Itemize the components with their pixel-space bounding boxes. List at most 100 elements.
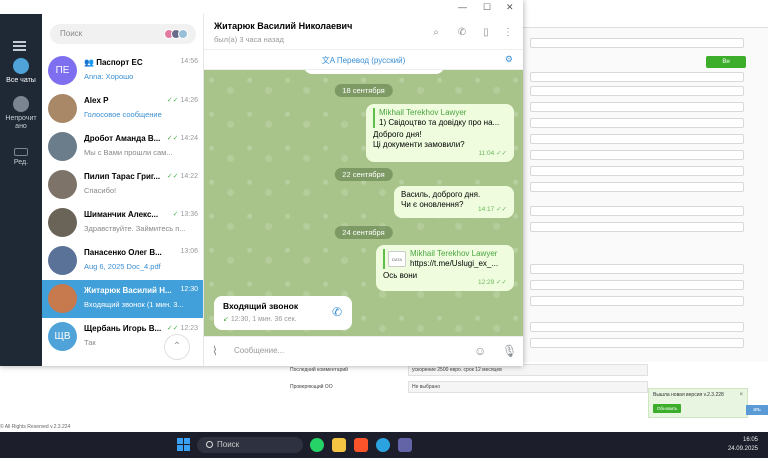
telegram-icon[interactable] [376,438,390,452]
folder-all-chats[interactable]: Все чаты [0,58,42,85]
chat-name: Щербань Игорь В... [84,324,162,333]
attach-icon[interactable]: ⌇ [212,344,218,358]
row-value[interactable]: Не выбрано [408,381,648,393]
search-icon[interactable]: ⌕ [430,27,442,39]
close-button[interactable]: ✕ [506,2,514,13]
chat-list: Поиск ПЕ 👥 Паспорт ЕС 14:56 Anna: Хорошо Ale… [42,14,204,366]
call-detail: ↙ 12:30, 1 мин. 36 сек. [223,316,297,323]
chats-icon [13,58,29,74]
chat-list-item[interactable]: Шиманчик Алекс... ✓ 13:36 Здравствуйте. Зай… [42,204,203,242]
chat-time: ✓✓ 14:26 [166,97,198,104]
sidebar-toggle-icon[interactable]: ▯ [480,27,492,39]
chat-list-item[interactable]: ПЕ 👥 Паспорт ЕС 14:56 Anna: Хорошо [42,52,203,90]
form-field[interactable] [530,166,744,176]
file-explorer-icon[interactable] [332,438,346,452]
message-area[interactable]: 18 сентября Mikhail Terekhov Lawyer 1) С… [204,70,523,336]
chat-name: Житарюк Василий Н... [84,286,172,295]
call-title: Входящий звонок [223,301,299,311]
microphone-icon[interactable]: 🎙 [502,344,517,358]
message-time: 11:04 ✓✓ [478,150,508,157]
phone-icon[interactable]: ✆ [332,305,342,319]
menu-icon[interactable] [13,41,26,51]
chat-header: Житарюк Василий Николаевич был(а) 3 часа… [204,14,523,50]
translate-icon: 文A [321,56,337,65]
read-check-icon: ✓✓ [166,173,179,180]
incoming-call-message[interactable]: Входящий звонок ↙ 12:30, 1 мин. 36 сек. … [214,296,352,330]
chat-time: 14:56 [180,58,198,65]
chat-list-item[interactable]: Дробот Аманда В... ✓✓ 14:24 Мы с Вами прошл… [42,128,203,166]
form-field[interactable] [530,264,744,274]
form-field[interactable] [530,150,744,160]
form-field[interactable] [530,206,744,216]
chat-title[interactable]: Житарюк Василий Николаевич [214,21,352,31]
chat-preview: Входящий звонок (1 мин. 3... [84,300,184,309]
form-field[interactable] [530,222,744,232]
folder-edit[interactable]: Ред. [0,144,42,167]
telegram-window: — ☐ ✕ Все чаты Непрочит ано Ред. Поиск П… [0,0,523,366]
link-preview-title: Mikhail Terekhov Lawyer [410,249,498,258]
windows-start-icon[interactable] [177,438,191,452]
form-field[interactable] [530,72,744,82]
emoji-icon[interactable]: ☺ [474,344,486,358]
search-input[interactable]: Поиск [50,24,196,44]
folder-label: Ред. [13,159,29,166]
chat-name: Alex P [84,96,109,105]
date-separator: 24 сентября [334,226,393,239]
chat-list-item[interactable]: Пилип Тарас Григ... ✓✓ 14:22 Спасибо! [42,166,203,204]
translate-button[interactable]: 文A Перевод (русский) [204,55,523,66]
folder-unread[interactable]: Непрочит ано [0,96,42,131]
maximize-button[interactable]: ☐ [483,2,491,13]
title-bar: — ☐ ✕ [204,0,523,14]
message-input[interactable]: Сообщение... [234,346,284,355]
whatsapp-icon[interactable] [310,438,324,452]
clock[interactable]: 16:05 24.09.2025 [728,436,758,454]
save-button[interactable]: ать [746,405,768,415]
translate-settings-icon[interactable]: ⚙ [505,54,513,65]
update-button[interactable]: Обновить [653,404,682,413]
chat-preview: Спасибо! [84,186,117,195]
reply-quote[interactable]: Mikhail Terekhov Lawyer 1) Свідоцтво та … [373,108,507,128]
form-field[interactable] [530,134,744,144]
stories-avatars[interactable] [164,27,188,41]
search-icon [206,441,213,448]
more-icon[interactable]: ⋮ [502,27,514,39]
form-field[interactable] [530,118,744,128]
avatar [48,284,77,313]
avatar: ЩВ [48,322,77,351]
form-field[interactable] [530,182,744,192]
form-field[interactable] [530,86,744,96]
chat-time: 13:06 [180,248,198,255]
folder-rail: Все чаты Непрочит ано Ред. [0,14,42,366]
outgoing-message[interactable]: DATA Mikhail Terekhov Lawyer https://t.m… [376,245,514,291]
incoming-arrow-icon: ↙ [223,316,231,323]
scroll-down-button[interactable]: ⌃ [164,334,190,360]
message-text: Василь, доброго дня. [401,190,481,199]
form-field[interactable] [530,338,744,348]
chat-list-item[interactable]: Панасенко Олег В... 13:06 Aug 6, 2025 Doc_… [42,242,203,280]
message-time: 12:29 ✓✓ [478,279,507,286]
chat-list-item[interactable]: Житарюк Василий Н... 12:30 Входящий звонок… [42,280,203,318]
row-label: Проверяющий ОО [290,384,333,390]
form-field[interactable] [530,38,744,48]
chat-time: ✓✓ 12:23 [166,325,198,332]
teams-icon[interactable] [398,438,412,452]
outgoing-message[interactable]: Василь, доброго дня. Чи є оновлення? 14:… [394,186,514,218]
close-icon[interactable]: × [739,392,743,398]
minimize-button[interactable]: — [458,2,467,12]
read-check-icon: ✓ [172,211,179,218]
avatar [48,170,77,199]
form-field[interactable] [530,322,744,332]
phone-icon[interactable]: ✆ [456,27,468,39]
form-field[interactable] [530,280,744,290]
chat-status: был(а) 3 часа назад [214,35,284,44]
call-button[interactable]: Вн [706,56,746,68]
outgoing-message[interactable]: Mikhail Terekhov Lawyer 1) Свідоцтво та … [366,104,514,162]
form-field[interactable] [530,296,744,306]
chat-preview: Голосовое сообщение [84,110,162,119]
date-separator: 22 сентября [334,168,393,181]
brave-browser-icon[interactable] [354,438,368,452]
chat-list-item[interactable]: Alex P ✓✓ 14:26 Голосовое сообщение [42,90,203,128]
link-preview[interactable]: DATA Mikhail Terekhov Lawyer https://t.m… [383,249,507,269]
taskbar: Поиск 16:05 24.09.2025 [0,432,768,458]
form-field[interactable] [530,102,744,112]
